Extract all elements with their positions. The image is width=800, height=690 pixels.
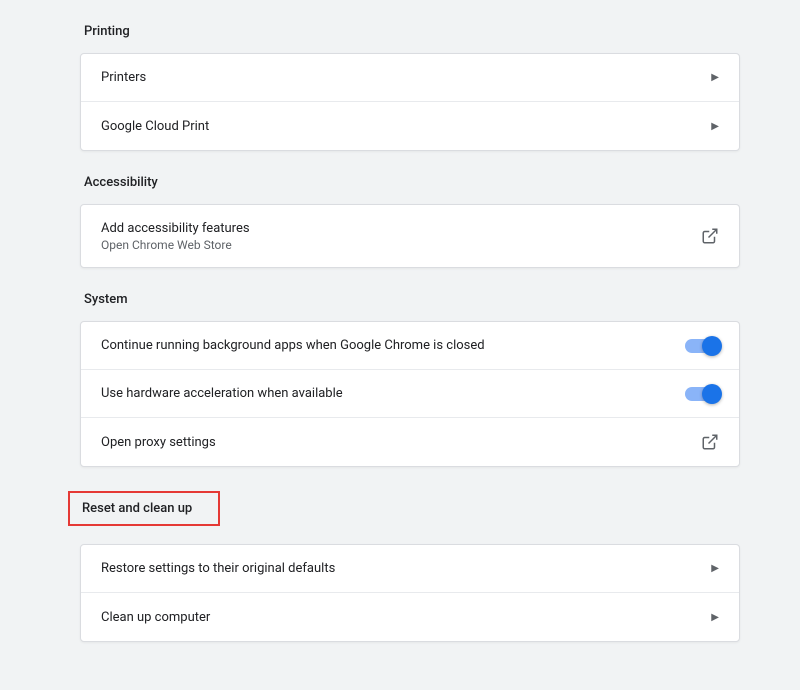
section-title-printing: Printing	[80, 24, 740, 39]
row-restore-defaults[interactable]: Restore settings to their original defau…	[81, 545, 739, 593]
card-printing: Printers ▶ Google Cloud Print ▶	[80, 53, 740, 151]
row-proxy-settings[interactable]: Open proxy settings	[81, 418, 739, 466]
row-label: Printers	[101, 70, 146, 85]
row-clean-up-computer[interactable]: Clean up computer ▶	[81, 593, 739, 641]
section-accessibility: Accessibility Add accessibility features…	[80, 175, 740, 268]
row-label: Use hardware acceleration when available	[101, 386, 343, 401]
card-accessibility: Add accessibility features Open Chrome W…	[80, 204, 740, 268]
section-title-accessibility: Accessibility	[80, 175, 740, 190]
section-reset: Reset and clean up Restore settings to t…	[80, 491, 740, 642]
chevron-right-icon: ▶	[711, 121, 719, 132]
row-label: Google Cloud Print	[101, 119, 209, 134]
row-label: Continue running background apps when Go…	[101, 338, 485, 353]
row-label: Clean up computer	[101, 610, 210, 625]
row-label: Open proxy settings	[101, 435, 216, 450]
row-add-accessibility-features[interactable]: Add accessibility features Open Chrome W…	[81, 205, 739, 267]
row-sublabel: Open Chrome Web Store	[101, 238, 250, 252]
row-label: Add accessibility features	[101, 221, 250, 236]
toggle-hardware-acceleration[interactable]	[685, 387, 719, 401]
row-hardware-acceleration[interactable]: Use hardware acceleration when available	[81, 370, 739, 418]
row-google-cloud-print[interactable]: Google Cloud Print ▶	[81, 102, 739, 150]
section-system: System Continue running background apps …	[80, 292, 740, 467]
chevron-right-icon: ▶	[711, 72, 719, 83]
toggle-background-apps[interactable]	[685, 339, 719, 353]
card-reset: Restore settings to their original defau…	[80, 544, 740, 642]
external-link-icon	[701, 227, 719, 245]
chevron-right-icon: ▶	[711, 612, 719, 623]
row-label: Restore settings to their original defau…	[101, 561, 335, 576]
section-printing: Printing Printers ▶ Google Cloud Print ▶	[80, 24, 740, 151]
section-title-reset: Reset and clean up	[68, 491, 220, 526]
section-title-system: System	[80, 292, 740, 307]
row-printers[interactable]: Printers ▶	[81, 54, 739, 102]
row-background-apps[interactable]: Continue running background apps when Go…	[81, 322, 739, 370]
external-link-icon	[701, 433, 719, 451]
chevron-right-icon: ▶	[711, 563, 719, 574]
card-system: Continue running background apps when Go…	[80, 321, 740, 467]
